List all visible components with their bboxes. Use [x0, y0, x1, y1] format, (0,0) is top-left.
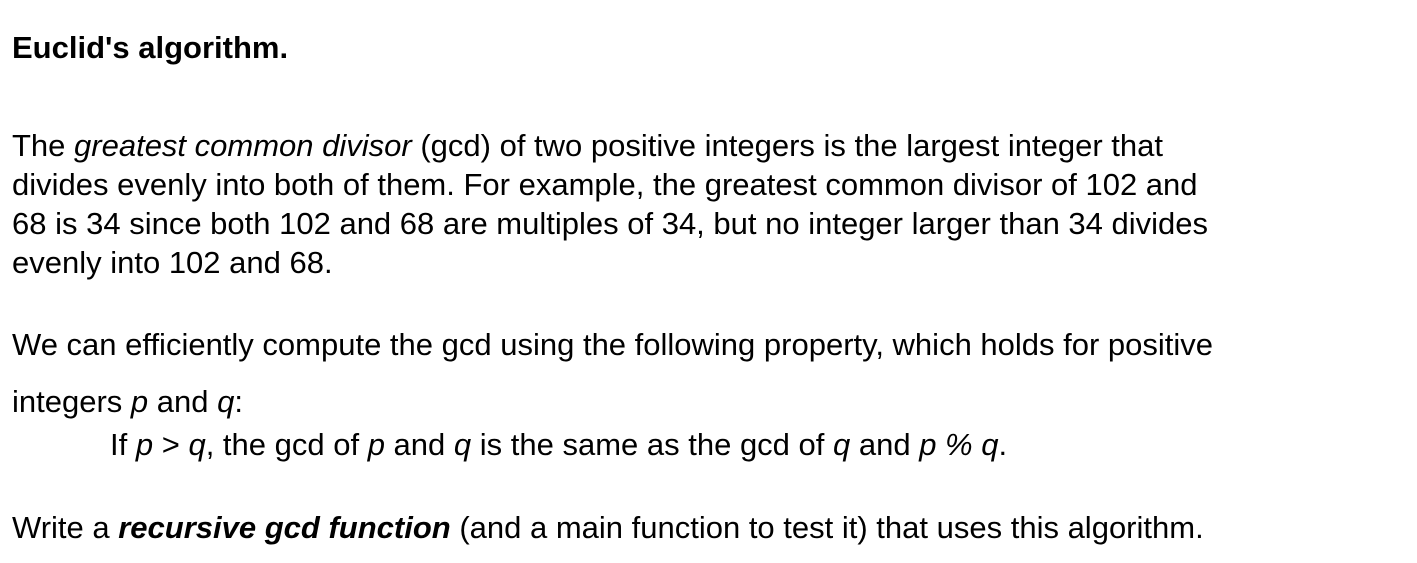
paragraph-line: The greatest common divisor (gcd) of two…: [12, 126, 1208, 165]
text-run: and: [148, 384, 218, 419]
text-run: (and a main function to test it) that us…: [450, 510, 1204, 545]
text-run: Write a: [12, 510, 119, 545]
paragraph-line: 68 is 34 since both 102 and 68 are multi…: [12, 206, 1209, 241]
task-paragraph: Write a recursive gcd function (and a ma…: [12, 508, 1204, 547]
text-run: .: [998, 427, 1008, 462]
paragraph-line: We can efficiently compute the gcd using…: [12, 327, 1214, 362]
variable-q: q: [453, 427, 472, 462]
variable-p: p: [367, 427, 385, 462]
variable-p: p: [130, 384, 149, 419]
paragraph-line: integers p and q:: [12, 373, 1213, 430]
gcd-property-rule: If p > q, the gcd of p and q is the same…: [110, 425, 1007, 464]
text-run: and: [850, 427, 920, 462]
text-run: If: [110, 427, 136, 462]
text-run: The: [12, 128, 75, 163]
property-intro-paragraph: We can efficiently compute the gcd using…: [12, 316, 1213, 430]
text-run: , the gcd of: [205, 427, 368, 462]
paragraph-line: evenly into 102 and 68.: [12, 245, 333, 280]
text-run: >: [153, 427, 189, 462]
variable-q: q: [217, 384, 235, 419]
gcd-definition-paragraph: The greatest common divisor (gcd) of two…: [12, 126, 1208, 282]
expression-p-mod-q: p % q: [919, 427, 999, 462]
variable-p: p: [135, 427, 154, 462]
text-run: integers: [12, 384, 131, 419]
variable-q: q: [188, 427, 206, 462]
task-emphasis: recursive gcd function: [118, 510, 451, 545]
document-title: Euclid's algorithm.: [12, 30, 289, 65]
text-run: :: [234, 384, 243, 419]
text-run: is the same as the gcd of: [471, 427, 833, 462]
text-run: and: [384, 427, 454, 462]
text-run: (gcd) of two positive integers is the la…: [411, 128, 1163, 163]
paragraph-line: divides evenly into both of them. For ex…: [12, 167, 1198, 202]
defined-term: greatest common divisor: [74, 128, 412, 163]
variable-q: q: [833, 427, 851, 462]
